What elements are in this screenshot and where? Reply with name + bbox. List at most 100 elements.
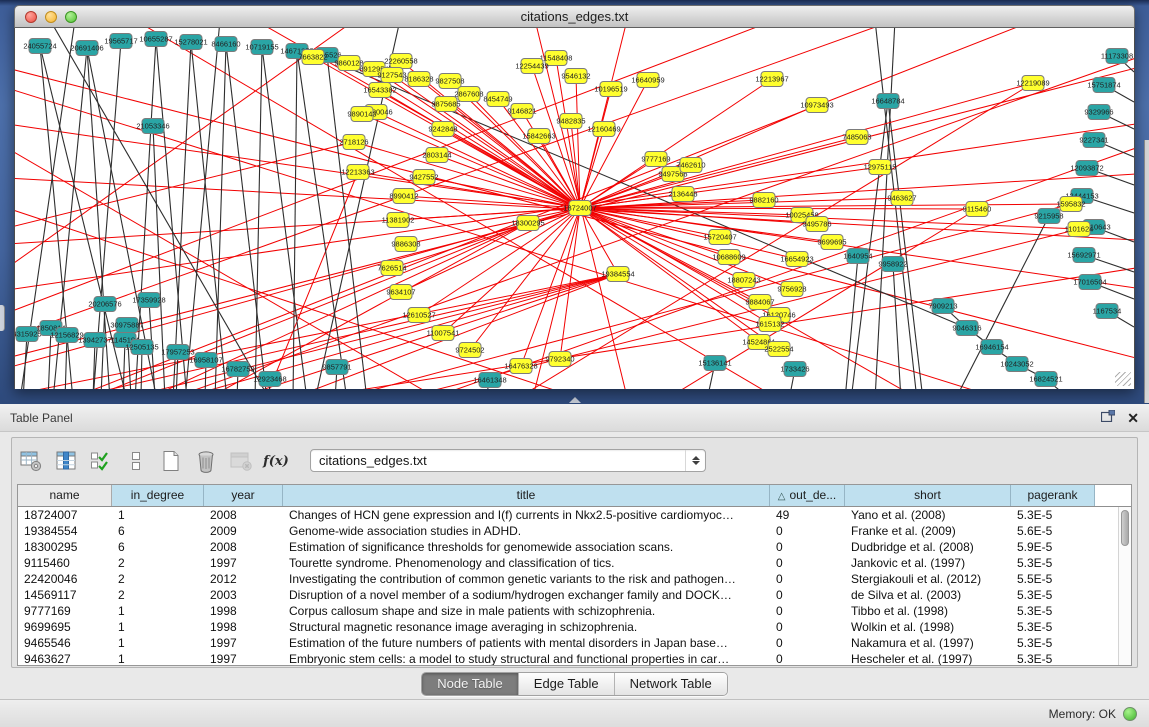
column-header-year[interactable]: year xyxy=(204,485,283,506)
graph-node[interactable]: 15278021 xyxy=(174,35,207,50)
table-cell[interactable]: 2009 xyxy=(204,523,283,539)
table-row[interactable]: 2242004622012Investigating the contribut… xyxy=(18,571,1131,587)
citation-edge-red[interactable] xyxy=(231,274,618,389)
graph-node[interactable]: 17016504 xyxy=(1073,275,1106,290)
graph-node[interactable]: 7485063 xyxy=(842,130,871,145)
table-cell[interactable]: 1 xyxy=(112,507,204,523)
graph-node[interactable]: 9724502 xyxy=(455,343,484,358)
graph-node[interactable]: 7626514 xyxy=(377,261,406,276)
graph-node[interactable]: 9546132 xyxy=(561,69,590,84)
citation-edge-black[interactable] xyxy=(23,334,27,389)
graph-node[interactable]: 12213967 xyxy=(755,72,788,87)
graph-node[interactable]: 9756928 xyxy=(777,282,806,297)
table-cell[interactable]: 2003 xyxy=(204,587,283,603)
table-cell[interactable]: Hescheler et al. (1997) xyxy=(845,651,1011,666)
graph-node[interactable]: 11007541 xyxy=(427,326,460,341)
table-cell[interactable]: Corpus callosum shape and size in male p… xyxy=(283,603,770,619)
graph-node[interactable]: 9215958 xyxy=(1034,209,1063,224)
table-cell[interactable]: 2 xyxy=(112,555,204,571)
graph-node[interactable]: 8186328 xyxy=(404,72,433,87)
graph-node[interactable]: 2522554 xyxy=(764,342,793,357)
table-cell[interactable]: 22420046 xyxy=(18,571,112,587)
citation-edge-red[interactable] xyxy=(358,172,580,208)
table-cell[interactable]: 0 xyxy=(770,539,845,555)
table-header-row[interactable]: namein_degreeyeartitle△out_de...shortpag… xyxy=(18,485,1131,507)
table-row[interactable]: 1872400712008Changes of HCN gene express… xyxy=(18,507,1131,523)
window-resize-grip[interactable] xyxy=(1115,372,1131,386)
table-cell[interactable]: Embryonic stem cells: a model to study s… xyxy=(283,651,770,666)
table-cell[interactable]: Estimation of significance thresholds fo… xyxy=(283,539,770,555)
table-cell[interactable]: 2012 xyxy=(204,571,283,587)
zoom-window-button[interactable] xyxy=(65,11,77,23)
graph-node[interactable]: 9792340 xyxy=(545,352,574,367)
table-row[interactable]: 946362711997Embryonic stem cells: a mode… xyxy=(18,651,1131,666)
table-cell[interactable]: Dudbridge et al. (2008) xyxy=(845,539,1011,555)
citation-edge-black[interactable] xyxy=(845,256,858,389)
graph-node[interactable]: 7909213 xyxy=(928,299,957,314)
graph-node[interactable]: 15692971 xyxy=(1067,248,1100,263)
graph-node[interactable]: 16461348 xyxy=(473,373,506,388)
table-cell[interactable]: 0 xyxy=(770,523,845,539)
table-cell[interactable]: 14569117 xyxy=(18,587,112,603)
select-column-icon[interactable] xyxy=(53,448,79,474)
graph-node[interactable]: 19384554 xyxy=(601,267,634,282)
graph-node[interactable]: 15720407 xyxy=(703,230,736,245)
table-row[interactable]: 977716911998Corpus callosum shape and si… xyxy=(18,603,1131,619)
graph-node[interactable]: 9463627 xyxy=(887,191,916,206)
table-cell[interactable]: 9115460 xyxy=(18,555,112,571)
graph-node[interactable]: 1595832 xyxy=(1056,197,1085,212)
graph-node[interactable]: 12093872 xyxy=(1070,161,1103,176)
table-row[interactable]: 1456911722003Disruption of a novel membe… xyxy=(18,587,1131,603)
tab-edge-table[interactable]: Edge Table xyxy=(519,673,615,695)
table-cell[interactable]: de Silva et al. (2003) xyxy=(845,587,1011,603)
table-cell[interactable]: 2008 xyxy=(204,507,283,523)
table-cell[interactable]: Investigating the contribution of common… xyxy=(283,571,770,587)
table-cell[interactable]: Estimation of the future numbers of pati… xyxy=(283,635,770,651)
graph-node[interactable]: 9227341 xyxy=(1079,133,1108,148)
graph-node[interactable]: 9127543 xyxy=(377,68,406,83)
graph-node[interactable]: 10243052 xyxy=(1000,357,1033,372)
graph-node[interactable]: 1101624 xyxy=(1065,222,1094,237)
graph-node[interactable]: 19565717 xyxy=(104,34,137,49)
citation-edge-black[interactable] xyxy=(191,42,227,389)
graph-node[interactable]: 9958922 xyxy=(878,257,907,272)
delete-table-icon[interactable] xyxy=(228,448,254,474)
citation-edge-black[interactable] xyxy=(185,28,220,389)
east-panel-grip[interactable] xyxy=(1144,140,1149,403)
tab-network-table[interactable]: Network Table xyxy=(615,673,727,695)
graph-node[interactable]: 10719155 xyxy=(245,40,278,55)
close-window-button[interactable] xyxy=(25,11,37,23)
close-panel-icon[interactable]: ✕ xyxy=(1127,411,1139,425)
graph-node[interactable]: 1615132 xyxy=(755,317,784,332)
memory-status-icon[interactable] xyxy=(1123,707,1137,721)
graph-node[interactable]: 9046316 xyxy=(952,321,981,336)
table-cell[interactable]: Changes of HCN gene expression and I(f) … xyxy=(283,507,770,523)
table-cell[interactable]: 5.9E-5 xyxy=(1011,539,1095,555)
function-icon[interactable]: f(x) xyxy=(263,448,289,474)
graph-node[interactable]: 2718126 xyxy=(339,135,368,150)
graph-node[interactable]: 16648784 xyxy=(871,94,904,109)
table-cell[interactable]: 2 xyxy=(112,571,204,587)
graph-node[interactable]: 9146821 xyxy=(507,104,536,119)
table-cell[interactable]: 1997 xyxy=(204,651,283,666)
unselect-rows-icon[interactable] xyxy=(123,448,149,474)
graph-node[interactable]: 9886308 xyxy=(391,237,420,252)
citation-edge-red[interactable] xyxy=(580,208,977,209)
graph-node[interactable]: 2803144 xyxy=(422,148,451,163)
table-cell[interactable]: Tibbo et al. (1998) xyxy=(845,603,1011,619)
graph-node[interactable]: 9857791 xyxy=(322,360,351,375)
splitter-handle-icon[interactable] xyxy=(569,397,581,403)
minimize-window-button[interactable] xyxy=(45,11,57,23)
table-cell[interactable]: 0 xyxy=(770,571,845,587)
column-header-name[interactable]: name xyxy=(18,485,112,506)
graph-node[interactable]: 16946154 xyxy=(975,340,1008,355)
graph-node[interactable]: 9427552 xyxy=(409,170,438,185)
graph-node[interactable]: 9482835 xyxy=(556,114,585,129)
graph-node[interactable]: 8990412 xyxy=(389,189,418,204)
table-cell[interactable]: 1 xyxy=(112,603,204,619)
graph-node[interactable]: 9242848 xyxy=(428,122,457,137)
graph-node[interactable]: 9115460 xyxy=(963,202,992,217)
table-cell[interactable]: 0 xyxy=(770,587,845,603)
table-cell[interactable]: 2 xyxy=(112,587,204,603)
table-cell[interactable]: 0 xyxy=(770,603,845,619)
